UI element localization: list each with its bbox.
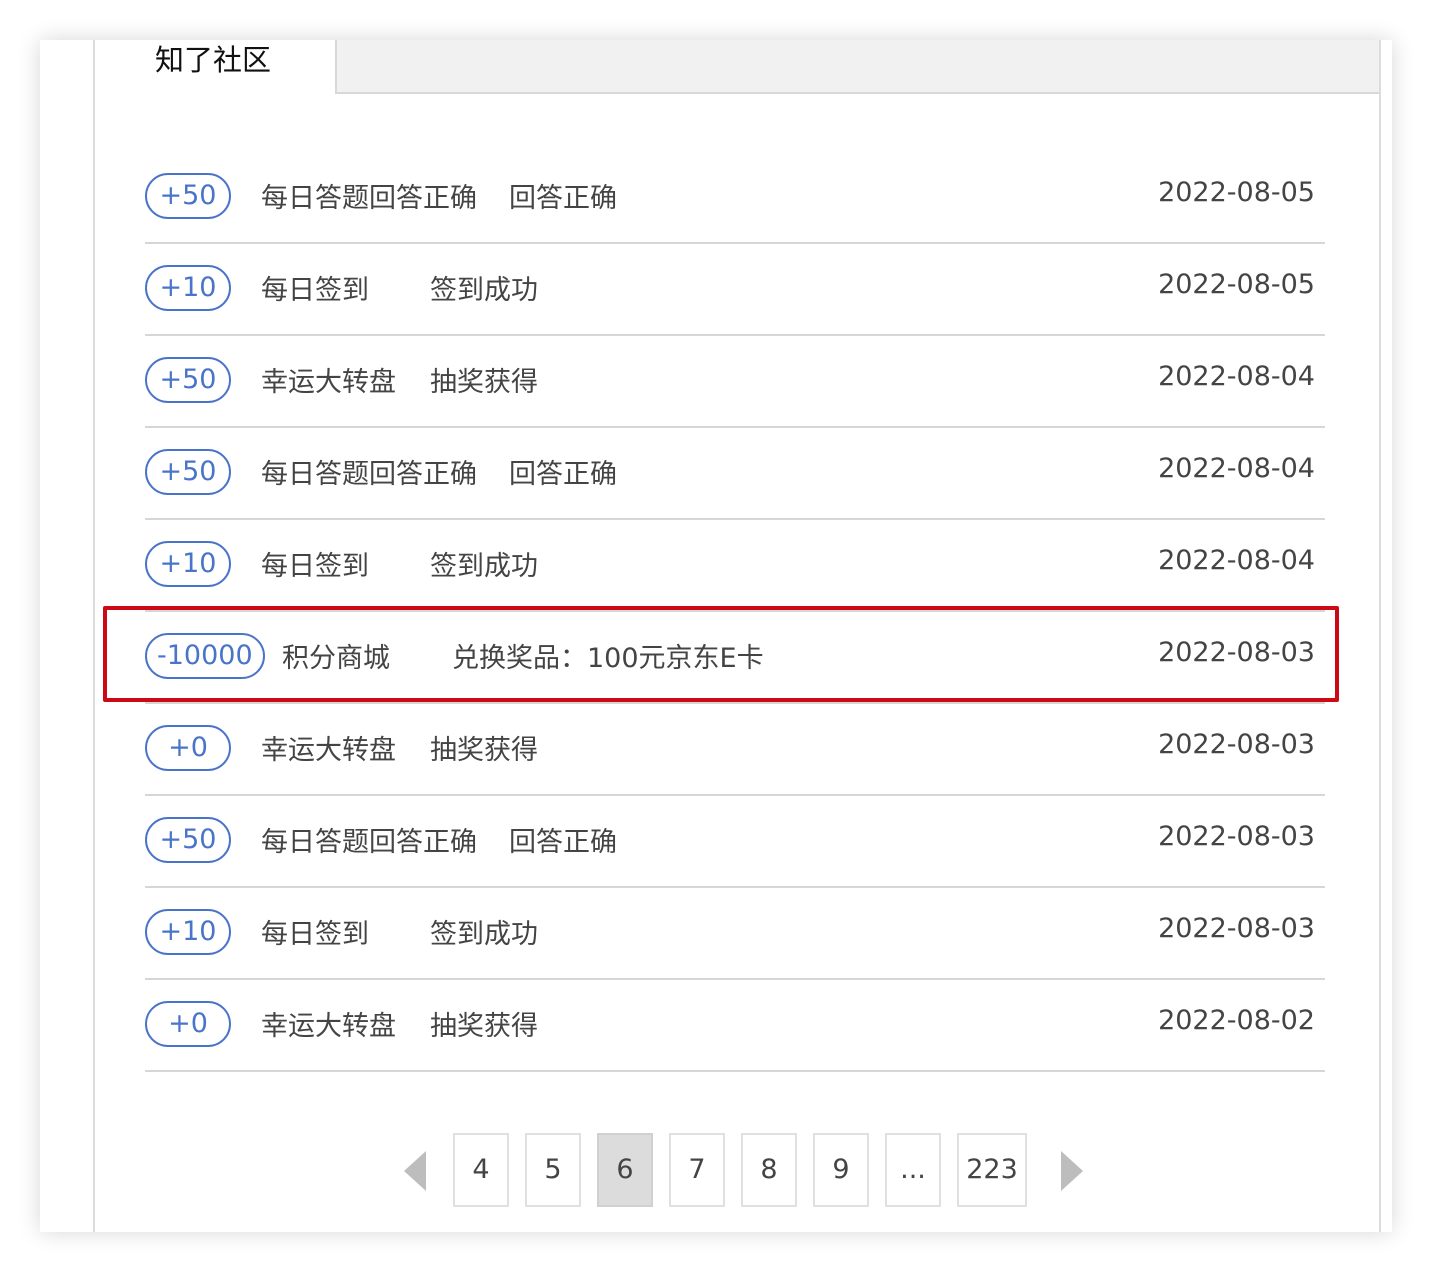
record-description: 回答正确	[509, 459, 617, 490]
record-source: 幸运大转盘	[261, 735, 396, 766]
record-date: 2022-08-04	[1158, 361, 1315, 392]
record-description: 签到成功	[430, 551, 538, 582]
list-item: +50 每日答题回答正确 回答正确 2022-08-04	[145, 428, 1325, 520]
content-card: 知了社区 +50 每日答题回答正确 回答正确 2022-08-05 +10 每日…	[40, 40, 1392, 1232]
points-badge: +10	[145, 541, 231, 587]
record-date: 2022-08-04	[1158, 453, 1315, 484]
points-badge: +10	[145, 265, 231, 311]
list-item: +50 每日答题回答正确 回答正确 2022-08-05	[145, 152, 1325, 244]
record-description: 回答正确	[509, 827, 617, 858]
page-ellipsis: ...	[885, 1133, 941, 1207]
list-item: +10 每日签到 签到成功 2022-08-04	[145, 520, 1325, 612]
record-date: 2022-08-03	[1158, 913, 1315, 944]
page-button-223[interactable]: 223	[957, 1133, 1027, 1207]
record-description: 兑换奖品：100元京东E卡	[452, 643, 764, 674]
triangle-right-icon[interactable]	[1061, 1151, 1083, 1191]
list-item: +0 幸运大转盘 抽奖获得 2022-08-02	[145, 980, 1325, 1072]
record-description: 签到成功	[430, 275, 538, 306]
list-item: +50 每日答题回答正确 回答正确 2022-08-03	[145, 796, 1325, 888]
record-date: 2022-08-04	[1158, 545, 1315, 576]
pagination: 4 5 6 7 8 9 ... 223	[95, 1133, 1379, 1209]
record-source: 幸运大转盘	[261, 1011, 396, 1042]
record-description: 抽奖获得	[430, 735, 538, 766]
points-badge: +50	[145, 357, 231, 403]
record-description: 抽奖获得	[430, 1011, 538, 1042]
list-item: +0 幸运大转盘 抽奖获得 2022-08-03	[145, 704, 1325, 796]
points-panel: 知了社区 +50 每日答题回答正确 回答正确 2022-08-05 +10 每日…	[93, 40, 1381, 1232]
points-badge: +50	[145, 449, 231, 495]
record-source: 每日答题回答正确	[261, 827, 477, 858]
record-date: 2022-08-03	[1158, 637, 1315, 668]
triangle-left-icon[interactable]	[404, 1151, 426, 1191]
points-badge: -10000	[145, 633, 265, 679]
record-description: 抽奖获得	[430, 367, 538, 398]
points-record-list: +50 每日答题回答正确 回答正确 2022-08-05 +10 每日签到 签到…	[145, 152, 1325, 1072]
record-description: 回答正确	[509, 183, 617, 214]
record-description: 签到成功	[430, 919, 538, 950]
record-date: 2022-08-05	[1158, 269, 1315, 300]
record-date: 2022-08-02	[1158, 1005, 1315, 1036]
points-badge: +0	[145, 1001, 231, 1047]
list-item: +10 每日签到 签到成功 2022-08-05	[145, 244, 1325, 336]
record-source: 幸运大转盘	[261, 367, 396, 398]
points-badge: +0	[145, 725, 231, 771]
page-button-7[interactable]: 7	[669, 1133, 725, 1207]
record-date: 2022-08-03	[1158, 821, 1315, 852]
list-item: -10000 积分商城 兑换奖品：100元京东E卡 2022-08-03	[145, 612, 1325, 704]
points-badge: +50	[145, 173, 231, 219]
page-button-9[interactable]: 9	[813, 1133, 869, 1207]
record-source: 每日签到	[261, 551, 369, 582]
record-source: 积分商城	[282, 643, 390, 674]
points-badge: +10	[145, 909, 231, 955]
page-button-6-current[interactable]: 6	[597, 1133, 653, 1207]
page-button-5[interactable]: 5	[525, 1133, 581, 1207]
record-source: 每日答题回答正确	[261, 459, 477, 490]
tab-label: 知了社区	[155, 43, 272, 77]
points-badge: +50	[145, 817, 231, 863]
tab-bar: 知了社区	[95, 40, 1379, 94]
record-source: 每日答题回答正确	[261, 183, 477, 214]
page-button-8[interactable]: 8	[741, 1133, 797, 1207]
record-source: 每日签到	[261, 919, 369, 950]
list-item: +10 每日签到 签到成功 2022-08-03	[145, 888, 1325, 980]
record-source: 每日签到	[261, 275, 369, 306]
list-item: +50 幸运大转盘 抽奖获得 2022-08-04	[145, 336, 1325, 428]
page-button-4[interactable]: 4	[453, 1133, 509, 1207]
record-date: 2022-08-03	[1158, 729, 1315, 760]
record-date: 2022-08-05	[1158, 177, 1315, 208]
tab-zhiliao-community[interactable]: 知了社区	[95, 40, 337, 94]
